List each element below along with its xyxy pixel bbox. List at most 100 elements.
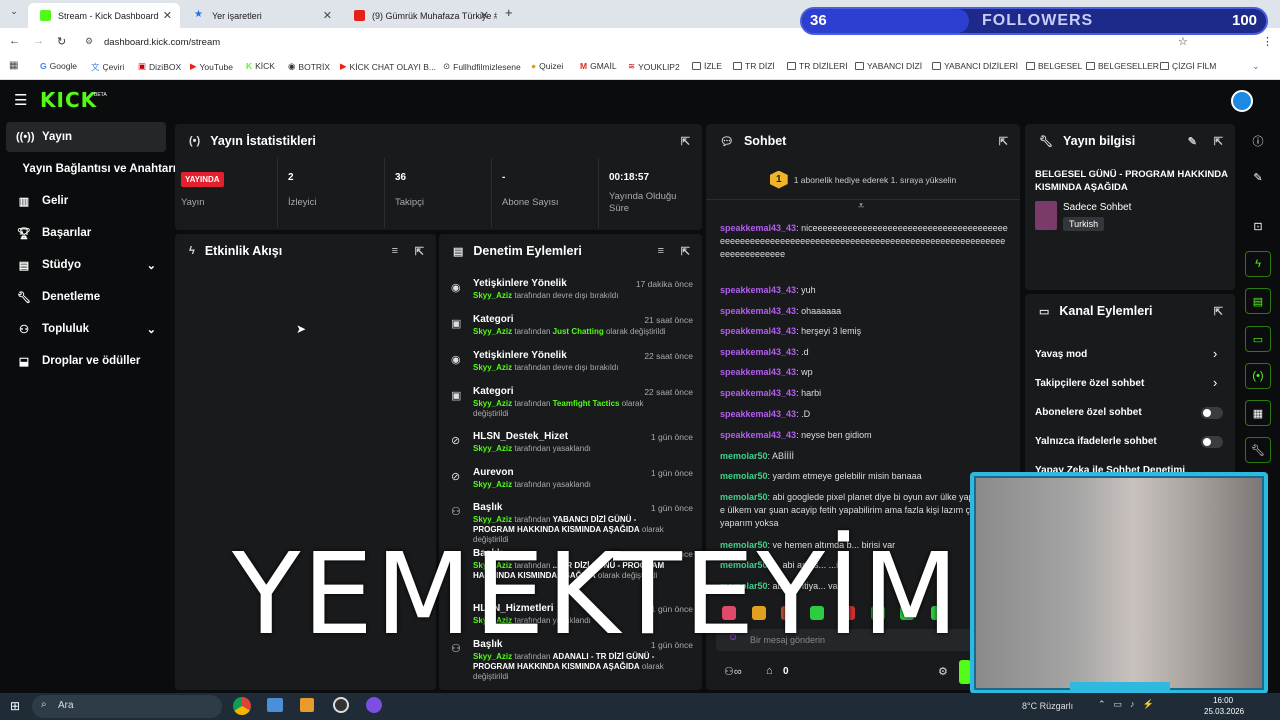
- store-icon[interactable]: ⌂: [766, 665, 773, 677]
- emotes-only-toggle[interactable]: [1201, 436, 1223, 448]
- layout-icon[interactable]: ▦: [1245, 400, 1271, 426]
- edit-icon[interactable]: ✎: [1245, 164, 1271, 190]
- back-icon[interactable]: ←: [9, 35, 20, 47]
- sidebar-item-basarilar[interactable]: 🏆︎ Başarılar: [6, 218, 166, 248]
- chat-username[interactable]: speakkemal43_43: [720, 430, 796, 440]
- screen-icon[interactable]: ⊡: [1245, 213, 1271, 239]
- mod-username[interactable]: Skyy_Aziz: [473, 480, 512, 489]
- site-info-icon[interactable]: ⚙: [85, 36, 93, 47]
- bookmark-gmail[interactable]: M GMAİL: [580, 61, 617, 71]
- windows-start-icon[interactable]: ⊞: [10, 699, 20, 713]
- popout-icon[interactable]: ⇱: [681, 135, 690, 148]
- wrench-icon[interactable]: 🔧︎: [1245, 437, 1271, 463]
- close-icon[interactable]: ✕: [480, 9, 489, 22]
- bookmark-botrix[interactable]: ◉ BOTRİX: [288, 61, 330, 72]
- taskbar-search[interactable]: Ara: [32, 695, 222, 718]
- apps-icon[interactable]: ▦: [9, 60, 18, 71]
- bookmark-youklip[interactable]: ≋ YOUKLIP2: [628, 61, 680, 72]
- chat-username[interactable]: memolar50: [720, 451, 768, 461]
- mod-username[interactable]: Skyy_Aziz: [473, 515, 512, 524]
- bookmark-izle[interactable]: İZLE: [692, 61, 722, 71]
- bookmark-tr-dizi[interactable]: TR DİZİ: [733, 61, 775, 71]
- bookmark-google[interactable]: G Google: [40, 61, 77, 71]
- app-icon[interactable]: [366, 697, 382, 713]
- bookmark-yabanci-dizi[interactable]: YABANCI DİZİ: [855, 61, 922, 71]
- bookmark-quizei[interactable]: ● Quizei: [531, 61, 563, 71]
- menu-icon[interactable]: ⋮: [1262, 35, 1273, 48]
- sidebar-item-gelir[interactable]: ▥ Gelir: [6, 186, 166, 216]
- channel-action-subs-only[interactable]: Abonelere özel sohbet: [1035, 407, 1225, 418]
- close-icon[interactable]: ✕: [323, 9, 332, 22]
- bookmarks-overflow-icon[interactable]: ⌄: [1252, 61, 1260, 72]
- chat-username[interactable]: speakkemal43_43: [720, 367, 796, 377]
- popout-icon[interactable]: ⇱: [1214, 135, 1223, 148]
- broadcast-icon[interactable]: (•): [1245, 363, 1271, 389]
- chevron-right-icon[interactable]: ›: [1213, 375, 1217, 390]
- sidebar-item-studyo[interactable]: ▤ Stüdyo ⌄: [6, 250, 166, 280]
- chat-icon[interactable]: ▭: [1245, 326, 1271, 352]
- popout-icon[interactable]: ⇱: [415, 245, 424, 258]
- gift-sub-promo[interactable]: 1 1 abonelik hediye ederek 1. sıraya yük…: [706, 160, 1020, 200]
- chat-username[interactable]: speakkemal43_43: [720, 409, 796, 419]
- tray-icons[interactable]: ⌃▭♪⚡: [1098, 699, 1162, 710]
- close-icon[interactable]: ✕: [163, 9, 172, 22]
- sidebar-item-stream-key[interactable]: Yayın Bağlantısı ve Anahtarı: [6, 154, 176, 184]
- chevron-right-icon[interactable]: ›: [1213, 346, 1217, 361]
- explorer-icon[interactable]: [267, 698, 283, 712]
- chat-username[interactable]: speakkemal43_43: [720, 223, 796, 233]
- lightning-icon[interactable]: ϟ: [1245, 251, 1271, 277]
- filter-icon[interactable]: ≡: [392, 245, 398, 257]
- bookmark-belgesel[interactable]: BELGESEL: [1026, 61, 1082, 71]
- tab-youtube[interactable]: (9) Gümrük Muhafaza Türkiye # ✕: [342, 3, 497, 28]
- edit-icon[interactable]: ✎: [1188, 135, 1197, 148]
- mod-username[interactable]: Skyy_Aziz: [473, 399, 512, 408]
- sidebar-item-yayin[interactable]: ((•)) Yayın: [6, 122, 166, 152]
- bookmark-youtube[interactable]: ▶ YouTube: [190, 61, 233, 72]
- channel-action-emotes-only[interactable]: Yalnızca ifadelerle sohbet: [1035, 436, 1225, 447]
- bookmark-fullhd[interactable]: ⊙ Fullhdfilmizlesene: [443, 61, 521, 72]
- bookmark-yabanci-diziler[interactable]: YABANCI DİZİLERİ: [932, 61, 1018, 71]
- tab-search-button[interactable]: ⌄: [6, 6, 22, 22]
- chat-username[interactable]: memolar50: [720, 492, 768, 502]
- url-field[interactable]: dashboard.kick.com/stream: [104, 37, 220, 48]
- chat-username[interactable]: speakkemal43_43: [720, 347, 796, 357]
- bookmark-kick-chat[interactable]: ▶ KİCK CHAT OLAYI B...: [340, 61, 436, 72]
- chat-username[interactable]: speakkemal43_43: [720, 388, 796, 398]
- filter-icon[interactable]: ≡: [658, 245, 664, 257]
- tab-bookmarks[interactable]: ★ Yer işaretleri ✕: [182, 3, 340, 28]
- new-tab-button[interactable]: +: [505, 5, 513, 20]
- bookmark-ceviri[interactable]: 文 Çeviri: [91, 61, 124, 73]
- bookmark-tr-diziler[interactable]: TR DİZİLERİ: [787, 61, 848, 71]
- chat-users-icon[interactable]: ⚇∞: [724, 665, 742, 678]
- pin-arrow-icon[interactable]: ⩡: [858, 200, 864, 213]
- popout-icon[interactable]: ⇱: [681, 245, 690, 258]
- document-icon[interactable]: ▤: [1245, 288, 1271, 314]
- channel-action-slow-mode[interactable]: Yavaş mod: [1035, 349, 1225, 360]
- mod-username[interactable]: Skyy_Aziz: [473, 363, 512, 372]
- bookmark-kick[interactable]: K KİCK: [246, 61, 275, 71]
- channel-action-followers-only[interactable]: Takipçilere özel sohbet: [1035, 378, 1225, 389]
- reload-icon[interactable]: ↻: [57, 35, 66, 48]
- kick-logo[interactable]: KICK: [40, 88, 97, 112]
- forward-icon[interactable]: →: [33, 35, 44, 47]
- mod-username[interactable]: Skyy_Aziz: [473, 291, 512, 300]
- chat-username[interactable]: speakkemal43_43: [720, 306, 796, 316]
- hamburger-icon[interactable]: ☰: [14, 91, 27, 109]
- bookmark-star-icon[interactable]: ☆: [1178, 35, 1188, 48]
- player-icon[interactable]: [300, 698, 314, 712]
- chat-username[interactable]: memolar50: [720, 471, 768, 481]
- chat-username[interactable]: speakkemal43_43: [720, 285, 796, 295]
- subs-only-toggle[interactable]: [1201, 407, 1223, 419]
- mod-username[interactable]: Skyy_Aziz: [473, 327, 512, 336]
- obs-icon[interactable]: [333, 697, 349, 713]
- sidebar-item-droplar[interactable]: ⬓ Droplar ve ödüller: [6, 346, 166, 376]
- avatar[interactable]: [1231, 90, 1253, 112]
- info-icon[interactable]: ⓘ: [1245, 128, 1271, 154]
- sidebar-item-topluluk[interactable]: ⚇ Topluluk ⌄: [6, 314, 166, 344]
- sidebar-item-denetleme[interactable]: 🔧︎ Denetleme: [6, 282, 166, 312]
- chat-settings-icon[interactable]: ⚙: [938, 665, 948, 678]
- bookmark-cizgi-film[interactable]: ÇİZGİ FİLM: [1160, 61, 1216, 71]
- mod-username[interactable]: Skyy_Aziz: [473, 444, 512, 453]
- chrome-icon[interactable]: [233, 697, 251, 715]
- popout-icon[interactable]: ⇱: [999, 135, 1008, 148]
